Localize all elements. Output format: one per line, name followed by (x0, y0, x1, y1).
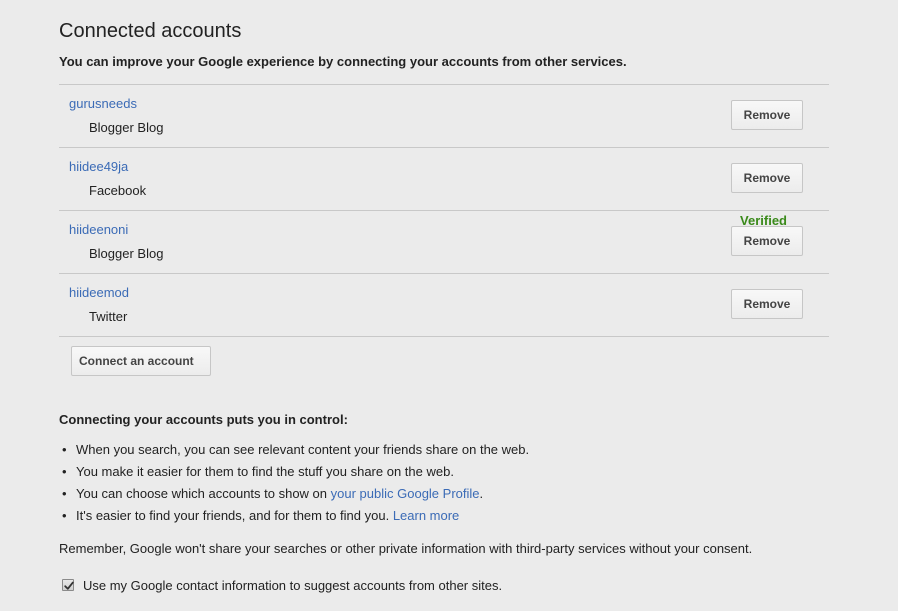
account-row: hiideemod Twitter Remove (59, 274, 829, 337)
account-service-name: Blogger Blog (89, 246, 164, 261)
public-profile-link[interactable]: your public Google Profile (331, 486, 480, 501)
control-section-heading: Connecting your accounts puts you in con… (59, 412, 348, 427)
remove-account-button[interactable]: Remove (731, 226, 803, 256)
account-username-link[interactable]: hiidee49ja (69, 159, 128, 174)
account-username-link[interactable]: gurusneeds (69, 96, 137, 111)
connect-account-button[interactable]: Connect an account (71, 346, 211, 376)
benefit-text: You can choose which accounts to show on (76, 486, 331, 501)
account-username-link[interactable]: hiideenoni (69, 222, 128, 237)
benefit-text-suffix: . (479, 486, 484, 501)
privacy-notice: Remember, Google won't share your search… (59, 541, 753, 556)
checkmark-icon (64, 581, 74, 590)
remove-account-button[interactable]: Remove (731, 289, 803, 319)
bullet-icon: • (62, 464, 67, 479)
account-row: hiideenoni Blogger Blog Remove (59, 211, 829, 274)
remove-account-button[interactable]: Remove (731, 100, 803, 130)
list-item: • When you search, you can see relevant … (59, 441, 529, 463)
connected-accounts-list: gurusneeds Blogger Blog Remove hiidee49j… (59, 84, 829, 337)
account-row: gurusneeds Blogger Blog Remove (59, 85, 829, 148)
bullet-icon: • (62, 486, 67, 501)
account-username-link[interactable]: hiideemod (69, 285, 129, 300)
benefit-text: It's easier to find your friends, and fo… (76, 508, 393, 523)
remove-account-button[interactable]: Remove (731, 163, 803, 193)
learn-more-link[interactable]: Learn more (393, 508, 459, 523)
account-row: hiidee49ja Facebook Remove (59, 148, 829, 211)
page-subtitle: You can improve your Google experience b… (59, 54, 627, 69)
account-service-name: Facebook (89, 183, 147, 198)
verified-status-badge: Verified (740, 213, 787, 228)
page-title: Connected accounts (59, 20, 242, 42)
benefit-text: You make it easier for them to find the … (76, 464, 454, 479)
bullet-icon: • (62, 442, 67, 457)
list-item: • You can choose which accounts to show … (59, 485, 529, 507)
account-service-name: Twitter (89, 309, 128, 324)
bullet-icon: • (62, 508, 67, 523)
list-item: • It's easier to find your friends, and … (59, 507, 529, 529)
suggest-accounts-checkbox[interactable] (62, 579, 74, 591)
benefits-list: • When you search, you can see relevant … (59, 441, 529, 529)
suggest-accounts-label: Use my Google contact information to sug… (83, 578, 503, 593)
benefit-text: When you search, you can see relevant co… (76, 442, 530, 457)
account-service-name: Blogger Blog (89, 120, 164, 135)
list-item: • You make it easier for them to find th… (59, 463, 529, 485)
